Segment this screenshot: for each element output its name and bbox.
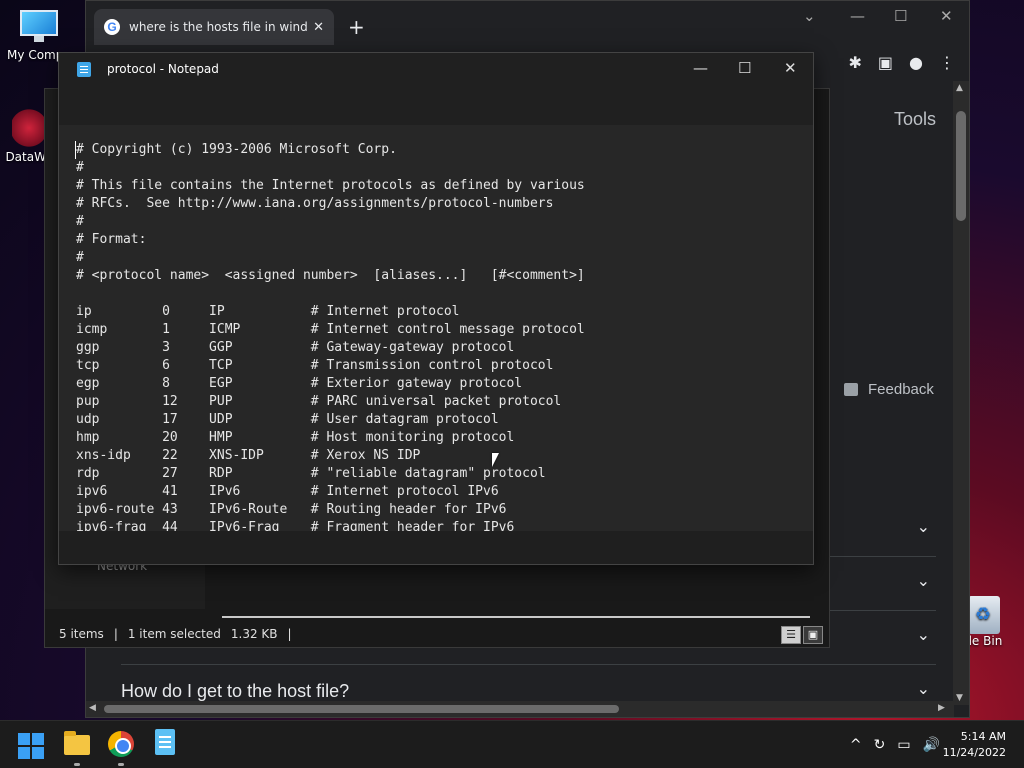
chrome-toolbar-icons: ✱ ▣ ● ⋮: [849, 53, 956, 72]
status-separator: |: [287, 627, 292, 641]
running-indicator: [74, 763, 80, 766]
chrome-taskbar-icon[interactable]: [108, 731, 134, 757]
feedback-label: Feedback: [868, 381, 934, 398]
recycle-bin-icon: [968, 596, 1000, 634]
running-indicator: [118, 763, 124, 766]
notepad-app-icon: [77, 61, 91, 77]
minimize-button[interactable]: —: [850, 7, 865, 25]
update-icon[interactable]: ↻: [874, 737, 886, 753]
feedback-link[interactable]: Feedback: [844, 381, 934, 398]
large-icons-view-icon[interactable]: ▣: [803, 626, 823, 644]
notepad-content: # Copyright (c) 1993-2006 Microsoft Corp…: [76, 142, 585, 533]
system-tray: ^ ↻ ▭ 🔊: [850, 737, 940, 753]
notepad-menubar: [59, 85, 813, 125]
chevron-down-icon: ⌄: [916, 571, 930, 590]
notepad-text-area[interactable]: # Copyright (c) 1993-2006 Microsoft Corp…: [59, 125, 813, 533]
browser-tab[interactable]: G where is the hosts file in window ✕: [94, 9, 334, 45]
scroll-left-icon[interactable]: ◀: [89, 703, 96, 713]
view-toggle: ☰ ▣: [781, 626, 823, 644]
status-selected: 1 item selected: [127, 627, 221, 641]
scroll-right-icon[interactable]: ▶: [938, 703, 945, 713]
details-view-icon[interactable]: ☰: [781, 626, 801, 644]
chevron-down-icon[interactable]: ⌄: [803, 7, 816, 25]
scroll-down-icon[interactable]: ▼: [956, 693, 963, 703]
explorer-divider: [222, 616, 810, 618]
chevron-down-icon: ⌄: [916, 517, 930, 536]
new-tab-button[interactable]: +: [348, 15, 365, 39]
status-separator: |: [113, 627, 118, 641]
clock[interactable]: 5:14 AM 11/24/2022: [943, 729, 1006, 761]
vertical-scrollbar[interactable]: ▲ ▼: [953, 81, 969, 705]
clock-date: 11/24/2022: [942, 746, 1006, 759]
maximize-button[interactable]: ☐: [738, 59, 751, 77]
horizontal-scrollbar[interactable]: ◀ ▶: [86, 701, 954, 717]
notepad-taskbar-icon[interactable]: [155, 729, 175, 755]
clock-time: 5:14 AM: [960, 730, 1006, 743]
tab-title: where is the hosts file in window: [129, 20, 308, 34]
text-caret: [75, 141, 76, 159]
google-icon: G: [104, 19, 120, 35]
chevron-down-icon: ⌄: [916, 625, 930, 644]
scrollbar-thumb[interactable]: [956, 111, 966, 221]
notepad-title: protocol - Notepad: [107, 62, 219, 76]
scrollbar-thumb[interactable]: [104, 705, 619, 713]
notepad-window: protocol - Notepad — ☐ ✕ # Copyright (c)…: [58, 52, 814, 565]
chrome-tabbar: G where is the hosts file in window ✕ + …: [86, 1, 969, 51]
volume-icon[interactable]: 🔊: [923, 737, 940, 753]
tab-close-icon[interactable]: ✕: [313, 20, 324, 35]
notepad-statusbar: [59, 531, 813, 564]
display-icon[interactable]: ▭: [897, 737, 910, 753]
extensions-icon[interactable]: ✱: [849, 53, 862, 72]
close-button[interactable]: ✕: [940, 7, 953, 25]
start-button[interactable]: [18, 733, 44, 759]
paa-question-text: How do I get to the host file?: [121, 681, 350, 701]
feedback-icon: [844, 383, 858, 396]
file-explorer-taskbar-icon[interactable]: [64, 731, 90, 755]
notepad-titlebar[interactable]: protocol - Notepad — ☐ ✕: [59, 53, 813, 85]
datawa-app-icon: [12, 108, 46, 148]
explorer-statusbar: 5 items | 1 item selected 1.32 KB |: [45, 621, 829, 647]
chevron-down-icon: ⌄: [916, 679, 930, 698]
tray-overflow-icon[interactable]: ^: [850, 737, 862, 753]
status-item-count: 5 items: [59, 627, 104, 641]
side-panel-icon[interactable]: ▣: [878, 53, 893, 72]
close-button[interactable]: ✕: [784, 59, 797, 77]
mouse-pointer-icon: [492, 453, 499, 467]
monitor-icon: [18, 10, 60, 44]
status-size: 1.32 KB: [230, 627, 278, 641]
taskbar: ^ ↻ ▭ 🔊 5:14 AM 11/24/2022: [0, 720, 1024, 768]
menu-icon[interactable]: ⋮: [939, 53, 955, 72]
tools-button[interactable]: Tools: [894, 109, 936, 130]
maximize-button[interactable]: ☐: [894, 7, 907, 25]
profile-icon[interactable]: ●: [909, 53, 923, 72]
minimize-button[interactable]: —: [693, 59, 708, 77]
scroll-up-icon[interactable]: ▲: [956, 83, 963, 93]
